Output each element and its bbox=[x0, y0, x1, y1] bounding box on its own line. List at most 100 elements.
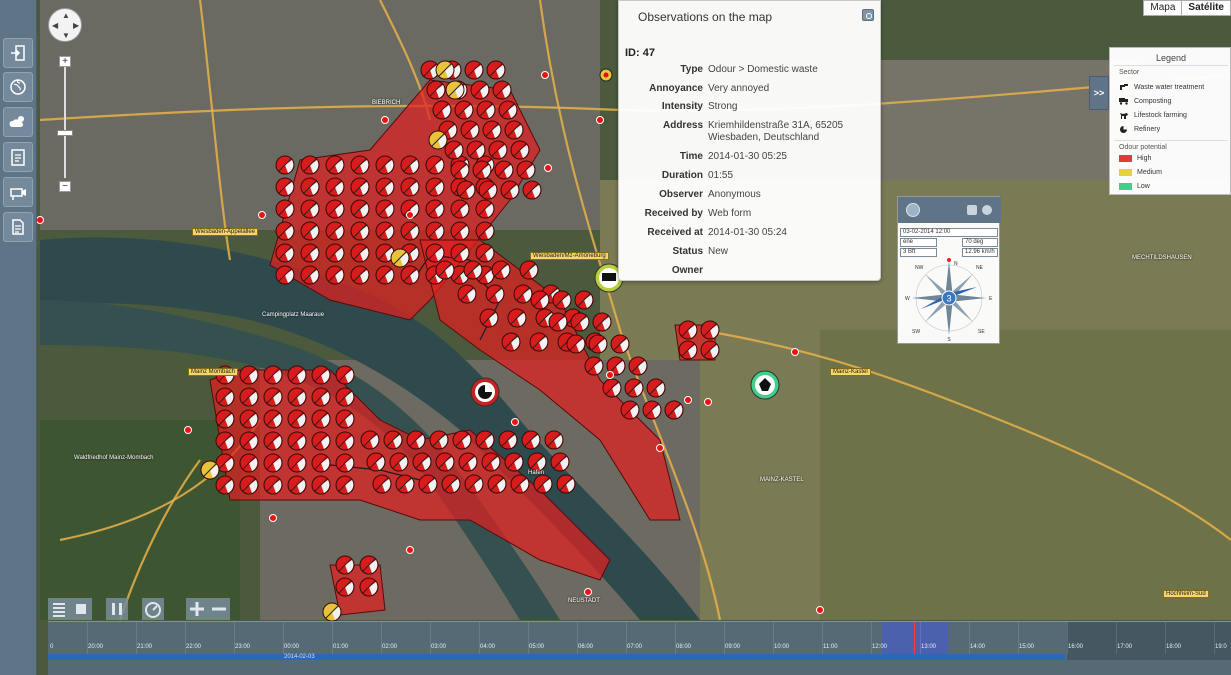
timeline-zoom-out-button[interactable] bbox=[208, 598, 230, 620]
observation-marker[interactable] bbox=[418, 474, 438, 494]
observation-marker[interactable] bbox=[664, 400, 684, 420]
observation-marker[interactable] bbox=[275, 199, 295, 219]
observation-marker[interactable] bbox=[360, 430, 380, 450]
observation-marker[interactable] bbox=[428, 130, 448, 150]
observation-marker[interactable] bbox=[642, 400, 662, 420]
observation-marker[interactable] bbox=[311, 453, 331, 473]
observation-marker[interactable] bbox=[406, 430, 426, 450]
observation-marker[interactable] bbox=[287, 453, 307, 473]
report-button[interactable] bbox=[3, 142, 33, 172]
observation-marker[interactable] bbox=[350, 177, 370, 197]
observation-marker[interactable] bbox=[521, 430, 541, 450]
observation-point[interactable] bbox=[184, 426, 192, 434]
document-button[interactable] bbox=[3, 212, 33, 242]
observation-point[interactable] bbox=[258, 211, 266, 219]
login-button[interactable] bbox=[3, 38, 33, 68]
pan-left-icon[interactable]: ◀ bbox=[52, 22, 58, 30]
observation-marker[interactable] bbox=[239, 453, 259, 473]
observation-marker[interactable] bbox=[375, 177, 395, 197]
pan-right-icon[interactable]: ▶ bbox=[73, 22, 79, 30]
observation-point[interactable] bbox=[656, 444, 664, 452]
observation-point[interactable] bbox=[606, 371, 614, 379]
observation-marker[interactable] bbox=[516, 160, 536, 180]
observation-marker[interactable] bbox=[287, 387, 307, 407]
observation-marker[interactable] bbox=[456, 180, 476, 200]
observation-marker[interactable] bbox=[475, 243, 495, 263]
zoom-handle[interactable] bbox=[57, 130, 73, 136]
observation-marker[interactable] bbox=[400, 265, 420, 285]
observation-marker[interactable] bbox=[494, 160, 514, 180]
observation-marker[interactable] bbox=[350, 221, 370, 241]
observation-marker[interactable] bbox=[335, 409, 355, 429]
observation-marker[interactable] bbox=[441, 474, 461, 494]
observation-marker[interactable] bbox=[486, 60, 506, 80]
observation-marker[interactable] bbox=[435, 260, 455, 280]
observation-marker[interactable] bbox=[458, 452, 478, 472]
observation-marker[interactable] bbox=[425, 221, 445, 241]
observation-marker[interactable] bbox=[510, 140, 530, 160]
observation-marker[interactable] bbox=[487, 474, 507, 494]
observation-marker[interactable] bbox=[311, 387, 331, 407]
observation-marker[interactable] bbox=[425, 199, 445, 219]
pan-control[interactable]: ▲ ▼ ◀ ▶ bbox=[48, 8, 82, 42]
observation-marker[interactable] bbox=[700, 340, 720, 360]
observation-marker[interactable] bbox=[435, 452, 455, 472]
observation-marker[interactable] bbox=[500, 180, 520, 200]
observation-marker[interactable] bbox=[592, 312, 612, 332]
observation-marker[interactable] bbox=[383, 430, 403, 450]
observation-marker[interactable] bbox=[287, 365, 307, 385]
map-layers-button[interactable] bbox=[3, 72, 33, 102]
observation-marker[interactable] bbox=[507, 308, 527, 328]
observation-marker[interactable] bbox=[485, 284, 505, 304]
observation-marker[interactable] bbox=[395, 474, 415, 494]
map-type-satellite-button[interactable]: Satélite bbox=[1181, 1, 1230, 15]
popup-close-button[interactable] bbox=[862, 9, 874, 21]
observation-marker[interactable] bbox=[335, 475, 355, 495]
observation-marker[interactable] bbox=[239, 387, 259, 407]
observation-marker[interactable] bbox=[263, 475, 283, 495]
observation-marker[interactable] bbox=[498, 430, 518, 450]
observation-marker[interactable] bbox=[504, 120, 524, 140]
observation-point[interactable] bbox=[704, 398, 712, 406]
observation-marker[interactable] bbox=[275, 221, 295, 241]
observation-marker[interactable] bbox=[325, 221, 345, 241]
observation-marker[interactable] bbox=[700, 320, 720, 340]
observation-marker[interactable] bbox=[475, 430, 495, 450]
observation-marker[interactable] bbox=[556, 474, 576, 494]
observation-marker[interactable] bbox=[275, 177, 295, 197]
map-type-map-button[interactable]: Mapa bbox=[1144, 1, 1181, 15]
observation-marker[interactable] bbox=[335, 365, 355, 385]
close-icon[interactable] bbox=[982, 205, 992, 215]
observation-point[interactable] bbox=[684, 396, 692, 404]
observation-marker[interactable] bbox=[510, 474, 530, 494]
observation-marker[interactable] bbox=[300, 177, 320, 197]
observation-marker[interactable] bbox=[620, 400, 640, 420]
observation-marker[interactable] bbox=[475, 221, 495, 241]
observation-marker[interactable] bbox=[454, 100, 474, 120]
pause-button[interactable] bbox=[106, 598, 128, 620]
observation-marker[interactable] bbox=[481, 452, 501, 472]
observation-marker[interactable] bbox=[335, 431, 355, 451]
observation-marker[interactable] bbox=[544, 430, 564, 450]
observation-marker[interactable] bbox=[400, 177, 420, 197]
timeline[interactable]: 0 20:00 21:00 22:00 23:00 00:00 01:00 02:00 03:0… bbox=[48, 621, 1231, 675]
observation-marker[interactable] bbox=[311, 409, 331, 429]
observation-marker[interactable] bbox=[287, 431, 307, 451]
observation-marker[interactable] bbox=[400, 155, 420, 175]
observation-marker[interactable] bbox=[287, 475, 307, 495]
map-canvas[interactable] bbox=[0, 0, 1231, 675]
observation-marker[interactable] bbox=[498, 100, 518, 120]
observation-marker[interactable] bbox=[263, 431, 283, 451]
observation-marker[interactable] bbox=[464, 474, 484, 494]
zoom-track[interactable] bbox=[64, 66, 66, 178]
observation-marker[interactable] bbox=[300, 221, 320, 241]
observation-marker[interactable] bbox=[375, 199, 395, 219]
observation-marker[interactable] bbox=[513, 284, 533, 304]
observation-point[interactable] bbox=[584, 588, 592, 596]
observation-marker[interactable] bbox=[335, 453, 355, 473]
observation-marker[interactable] bbox=[529, 332, 549, 352]
observation-marker[interactable] bbox=[311, 431, 331, 451]
observation-marker[interactable] bbox=[550, 452, 570, 472]
observation-marker[interactable] bbox=[215, 431, 235, 451]
observation-point[interactable] bbox=[406, 546, 414, 554]
